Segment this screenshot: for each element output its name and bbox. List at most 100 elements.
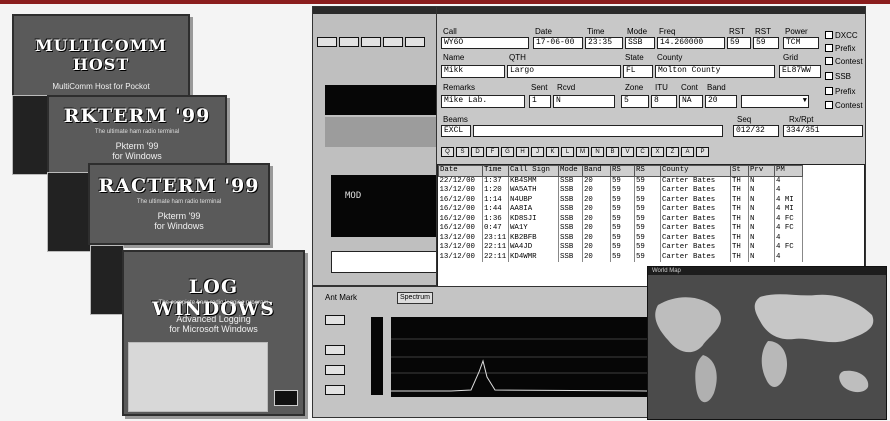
cell: 20: [582, 205, 611, 215]
field-label: RST: [729, 27, 745, 36]
table-row[interactable]: 16/12/00 1:14 N4UBP SSB 20 59 59 Carter Bates TH…: [438, 195, 803, 206]
band-select[interactable]: ▼: [741, 95, 809, 108]
mode-field[interactable]: SSB: [625, 37, 655, 49]
toolbar-button[interactable]: V: [621, 147, 634, 157]
toolbar-button[interactable]: G: [501, 147, 514, 157]
cell: 1:37: [482, 176, 509, 187]
toolbar-button[interactable]: [405, 37, 425, 47]
band-field[interactable]: 20: [705, 95, 737, 108]
column-header[interactable]: RS: [610, 165, 635, 177]
toolbar-button[interactable]: K: [546, 147, 559, 157]
remarks-field[interactable]: Mike Lab.: [441, 95, 525, 108]
call-field[interactable]: WY6O: [441, 37, 529, 49]
column-header[interactable]: Prv: [748, 165, 775, 177]
column-header[interactable]: Time: [482, 165, 509, 177]
column-header[interactable]: St: [730, 165, 749, 177]
column-header[interactable]: County: [660, 165, 731, 177]
box-subtitle: Pkterm '99 for Windows: [154, 211, 204, 231]
qth-field[interactable]: Largo: [507, 65, 621, 78]
toolbar-button[interactable]: [383, 37, 403, 47]
toolbar-button[interactable]: X: [651, 147, 664, 157]
table-row[interactable]: 16/12/00 0:47 WA1Y SSB 20 59 59 Carter Bates TH N…: [438, 224, 803, 234]
toolbar-button[interactable]: B: [606, 147, 619, 157]
mode-label: Ant Mark: [325, 293, 358, 302]
beam-values-field[interactable]: [473, 125, 723, 137]
column-header[interactable]: Mode: [558, 165, 583, 177]
toolbar-button[interactable]: C: [636, 147, 649, 157]
toolbar-button[interactable]: Z: [666, 147, 679, 157]
seq-field[interactable]: 012/32: [733, 125, 779, 137]
contest-checkbox[interactable]: Contest: [825, 57, 863, 66]
date-field[interactable]: 17-06-00: [533, 37, 583, 49]
toolbar-button[interactable]: D: [471, 147, 484, 157]
dxcc-checkbox[interactable]: DXCC: [825, 31, 858, 40]
time-field[interactable]: 23:35: [585, 37, 623, 49]
cont-field[interactable]: NA: [679, 95, 703, 108]
field-label: Mode: [627, 27, 648, 36]
table-row[interactable]: 16/12/00 1:44 AA8IA SSB 20 59 59 Carter Bates TH…: [438, 205, 803, 215]
power-field[interactable]: TCM: [783, 37, 819, 49]
cell: Carter Bates: [660, 214, 731, 225]
table-row[interactable]: 13/12/00 22:11 WA4JD SSB 20 59 59 Carter Bates T…: [438, 243, 803, 253]
beams-field[interactable]: EXCL: [441, 125, 471, 137]
zone-field[interactable]: 5: [621, 95, 649, 108]
grid-field[interactable]: EL87WW: [779, 65, 821, 78]
toolbar-button[interactable]: [339, 37, 359, 47]
cell: 20: [582, 233, 611, 244]
ssb-checkbox[interactable]: SSB: [825, 72, 851, 81]
control-button[interactable]: [325, 385, 345, 395]
table-row[interactable]: 13/12/00 23:11 KB2BFB SSB 20 59 59 Carter Bates…: [438, 233, 803, 244]
rst-rcvd-field[interactable]: 59: [753, 37, 779, 49]
toolbar-button[interactable]: J: [531, 147, 544, 157]
rst-sent-field[interactable]: 59: [727, 37, 751, 49]
world-map-window[interactable]: World Map: [647, 266, 887, 420]
column-header[interactable]: Date: [438, 165, 483, 177]
contest2-checkbox[interactable]: Contest: [825, 101, 863, 110]
rcvd-field[interactable]: N: [553, 95, 615, 108]
chevron-down-icon[interactable]: ▼: [803, 96, 807, 106]
spectrum-window[interactable]: Ant Mark Spectrum: [312, 286, 648, 418]
itu-field[interactable]: 8: [651, 95, 677, 108]
column-header[interactable]: RS: [634, 165, 661, 177]
world-map: [655, 294, 874, 403]
toolbar-button[interactable]: F: [486, 147, 499, 157]
control-button[interactable]: [325, 365, 345, 375]
control-button[interactable]: [325, 315, 345, 325]
table-row[interactable]: 13/12/00 22:11 KD4WMR SSB 20 59 59 Carter Bates…: [438, 252, 803, 263]
cell: 4 MI: [774, 195, 803, 206]
column-header[interactable]: Band: [582, 165, 611, 177]
freq-field[interactable]: 14.260000: [657, 37, 725, 49]
toolbar-button[interactable]: A: [681, 147, 694, 157]
collage: MULTICOMM HOST MultiComm Host for Pockot…: [0, 0, 890, 421]
toolbar-button[interactable]: S: [456, 147, 469, 157]
toolbar-button[interactable]: Q: [441, 147, 454, 157]
field-label: Beams: [443, 115, 468, 124]
state-field[interactable]: FL: [623, 65, 653, 78]
table-row[interactable]: 16/12/00 1:36 KD8SJI SSB 20 59 59 Carter Bates T…: [438, 214, 803, 225]
terminal-window[interactable]: MOD: [312, 6, 438, 286]
table-row[interactable]: 22/12/00 1:37 KB4SMM SSB 20 59 59 Carter Bates T…: [438, 176, 803, 187]
sent-field[interactable]: 1: [529, 95, 551, 108]
toolbar-button[interactable]: L: [561, 147, 574, 157]
column-header[interactable]: PM: [774, 165, 803, 177]
field-label: Grid: [783, 53, 799, 62]
column-header[interactable]: Call Sign: [508, 165, 559, 177]
toolbar-button[interactable]: H: [516, 147, 529, 157]
terminal-input[interactable]: [331, 251, 437, 273]
name-field[interactable]: Mikk: [441, 65, 505, 78]
field-label: Power: [785, 27, 808, 36]
table-row[interactable]: 13/12/00 1:20 WA5ATH SSB 20 59 59 Carter Bates T…: [438, 186, 803, 196]
toolbar-button[interactable]: P: [696, 147, 709, 157]
box-subtitle: Pkterm '99 for Windows: [112, 141, 162, 161]
prefix2-checkbox[interactable]: Prefix: [825, 87, 855, 96]
spectrum-toggle[interactable]: Spectrum: [397, 292, 433, 304]
toolbar-button[interactable]: M: [576, 147, 589, 157]
toolbar-button[interactable]: N: [591, 147, 604, 157]
control-button[interactable]: [325, 345, 345, 355]
prefix-checkbox[interactable]: Prefix: [825, 44, 855, 53]
toolbar-button[interactable]: [317, 37, 337, 47]
rxrpt-field[interactable]: 334/351: [783, 125, 863, 137]
field-label: Seq: [737, 115, 752, 124]
toolbar-button[interactable]: [361, 37, 381, 47]
county-field[interactable]: Molton County: [655, 65, 775, 78]
